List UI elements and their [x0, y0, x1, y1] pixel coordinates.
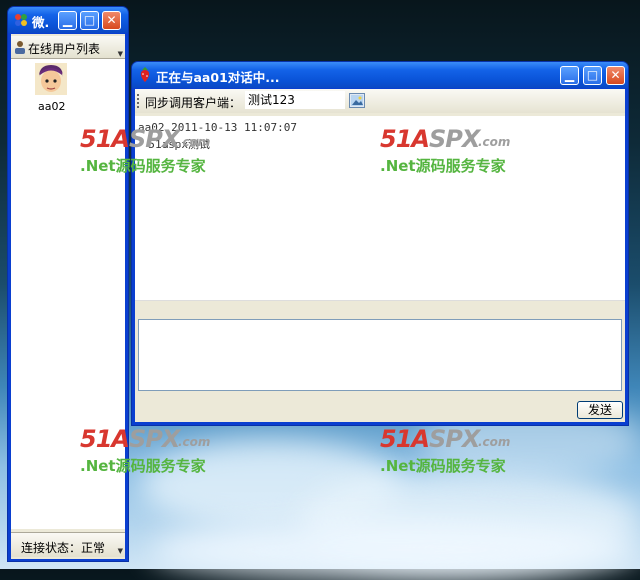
contacts-titlebar[interactable]: 微. ▁ □ ✕	[8, 7, 128, 33]
list-item[interactable]: aa02	[31, 63, 71, 115]
minimize-button[interactable]: ▁	[58, 11, 77, 30]
minimize-button[interactable]: ▁	[560, 66, 579, 85]
image-icon[interactable]	[349, 93, 365, 108]
status-label: 连接状态：	[21, 541, 82, 555]
watermark-logo: 51ASPX .com .Net源码服务专家	[380, 425, 511, 475]
maximize-button[interactable]: □	[583, 66, 602, 85]
watermark-logo: 51ASPX .com .Net源码服务专家	[80, 125, 211, 175]
message-input[interactable]	[138, 319, 622, 391]
close-button[interactable]: ✕	[102, 11, 121, 30]
status-value: 正常	[81, 541, 106, 555]
chat-titlebar[interactable]: 正在与aa01对话中... ▁ □ ✕	[132, 62, 628, 88]
user-name: aa02	[38, 100, 66, 113]
chat-window-title: 正在与aa01对话中...	[156, 70, 280, 85]
close-button[interactable]: ✕	[606, 66, 625, 85]
chat-window: 正在与aa01对话中... ▁ □ ✕ 同步调用客户端： 测试123 aa02 …	[131, 61, 629, 426]
status-bar: 连接状态： 正常 ▼	[11, 532, 125, 557]
app-logo-icon	[14, 13, 28, 27]
maximize-button[interactable]: □	[80, 11, 99, 30]
client-label: 同步调用客户端：	[145, 96, 242, 110]
client-field[interactable]: 测试123	[245, 91, 345, 109]
strawberry-icon	[138, 67, 152, 83]
online-users-header[interactable]: 在线用户列表 ▼	[11, 36, 125, 59]
watermark-logo: 51ASPX .com .Net源码服务专家	[80, 425, 211, 475]
contacts-window-title: 微.	[32, 15, 50, 30]
user-group-icon	[14, 40, 26, 54]
expand-arrow-icon[interactable]: ▼	[118, 50, 123, 58]
send-button[interactable]: 发送	[577, 401, 623, 419]
status-arrow-icon[interactable]: ▼	[118, 547, 123, 555]
toolbar: 同步调用客户端： 测试123	[135, 89, 625, 113]
toolbar-grip[interactable]	[137, 94, 142, 108]
online-users-label: 在线用户列表	[28, 42, 101, 56]
avatar	[35, 63, 67, 95]
watermark-logo: 51ASPX .com .Net源码服务专家	[380, 125, 511, 175]
